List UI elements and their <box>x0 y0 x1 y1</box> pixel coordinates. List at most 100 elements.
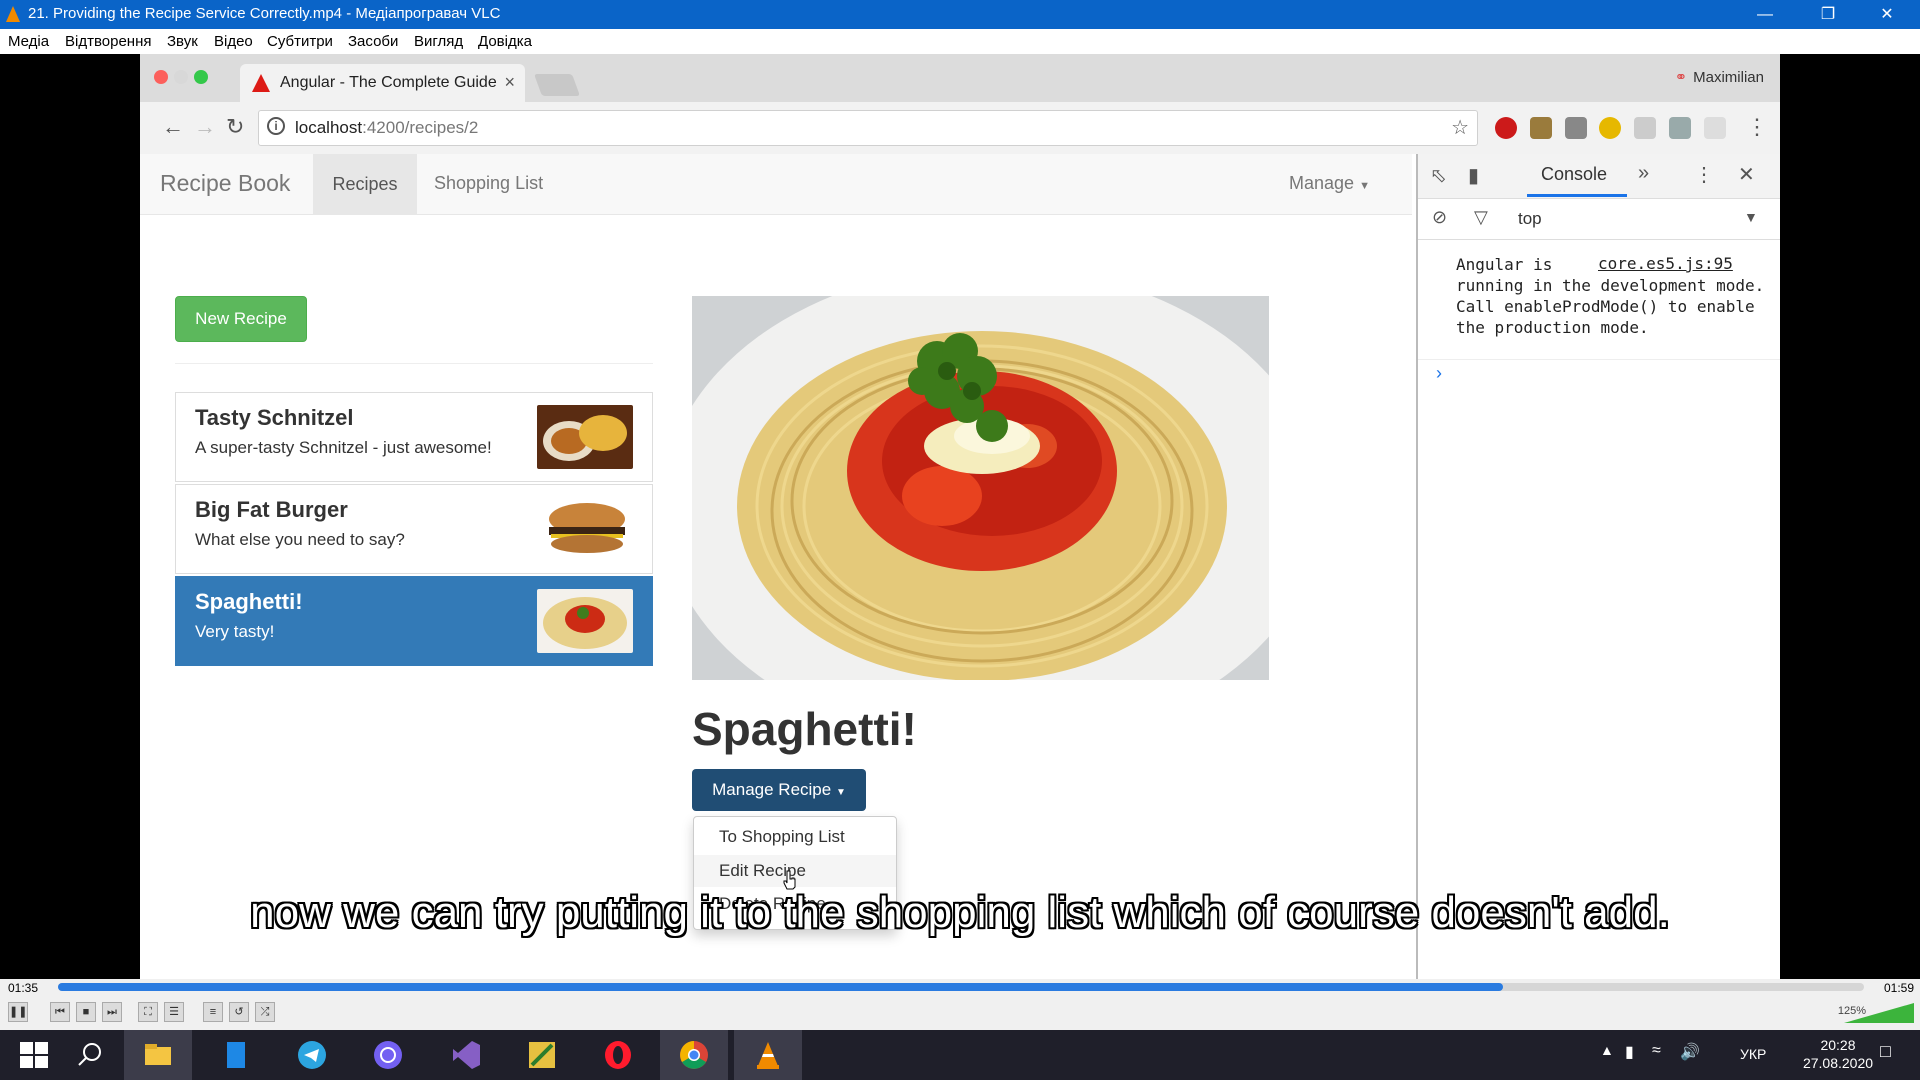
volume-icon[interactable]: 🔊 <box>1680 1042 1700 1062</box>
taskbar-chrome[interactable] <box>660 1030 728 1080</box>
stop-icon[interactable]: ■ <box>76 1002 96 1022</box>
window-min-dot[interactable] <box>174 70 188 84</box>
battery-icon[interactable]: ▮ <box>1625 1042 1634 1062</box>
browser-menu-icon[interactable]: ⋮ <box>1746 114 1768 140</box>
devtools-close-icon[interactable]: ✕ <box>1738 162 1755 187</box>
nav-shopping-list[interactable]: Shopping List <box>434 173 543 194</box>
previous-icon[interactable]: ⏮ <box>50 1002 70 1022</box>
notifications-icon[interactable]: □ <box>1880 1041 1891 1062</box>
wifi-icon[interactable]: ≈ <box>1652 1042 1661 1060</box>
console-divider <box>1418 359 1780 360</box>
minimize-button[interactable]: — <box>1742 0 1788 29</box>
more-tabs-icon[interactable]: » <box>1638 162 1649 185</box>
tab-title: Angular - The Complete Guide <box>280 74 497 91</box>
profile-chip[interactable]: ⚭ Maximilian <box>1675 68 1764 86</box>
recipe-item-schnitzel[interactable]: Tasty Schnitzel A super-tasty Schnitzel … <box>175 392 653 482</box>
console-filter-bar: ⊘ ▽ top ▼ <box>1418 199 1780 240</box>
recipe-item-burger[interactable]: Big Fat Burger What else you need to say… <box>175 484 653 574</box>
manage-recipe-button[interactable]: Manage Recipe ▼ <box>692 769 866 811</box>
forward-arrow-icon[interactable]: → <box>194 114 216 140</box>
windows-logo-icon <box>20 1042 48 1068</box>
menu-media[interactable]: Медіа <box>8 33 49 50</box>
playlist-icon[interactable]: ≡ <box>203 1002 223 1022</box>
clock[interactable]: 20:28 27.08.2020 <box>1788 1036 1888 1072</box>
restore-button[interactable]: ❐ <box>1805 0 1851 29</box>
vue-extension-icon[interactable] <box>1669 117 1691 139</box>
nav-manage-dropdown[interactable]: Manage ▼ <box>1289 173 1370 194</box>
shuffle-icon[interactable]: ⤮ <box>255 1002 275 1022</box>
bookmark-star-icon[interactable]: ☆ <box>1451 115 1469 140</box>
cloud-extension-icon[interactable] <box>1704 117 1726 139</box>
tab-close-icon[interactable]: × <box>504 72 515 93</box>
tab-console[interactable]: Console <box>1541 164 1607 185</box>
tab-strip: Angular - The Complete Guide × ⚭ Maximili… <box>140 54 1780 102</box>
fullscreen-icon[interactable]: ⛶ <box>138 1002 158 1022</box>
taskbar-visual-studio[interactable] <box>432 1030 500 1080</box>
extended-settings-icon[interactable]: ☰ <box>164 1002 184 1022</box>
taskbar-vlc[interactable] <box>734 1030 802 1080</box>
language-indicator[interactable]: УКР <box>1740 1046 1766 1062</box>
taskbar-telegram[interactable] <box>278 1030 346 1080</box>
new-recipe-button[interactable]: New Recipe <box>175 296 307 342</box>
menu-subtitles[interactable]: Субтитри <box>267 33 333 50</box>
menu-playback[interactable]: Відтворення <box>65 33 151 50</box>
info-icon[interactable]: i <box>267 117 285 135</box>
nav-manage-label: Manage <box>1289 173 1355 193</box>
menu-video[interactable]: Відео <box>214 33 253 50</box>
menu-help[interactable]: Довідка <box>478 33 532 50</box>
video-subtitle: now we can try putting it to the shoppin… <box>250 888 1670 937</box>
divider <box>175 363 653 364</box>
device-toolbar-icon[interactable]: ▮ <box>1468 163 1479 188</box>
context-selector[interactable]: top <box>1518 209 1542 229</box>
devtools-menu-icon[interactable]: ⋮ <box>1694 162 1714 187</box>
filter-icon[interactable]: ▽ <box>1474 207 1488 228</box>
profile-name: Maximilian <box>1693 69 1764 86</box>
browser-toolbar: ← → ↻ i localhost:4200/recipes/2 ☆ ⋮ <box>140 102 1780 155</box>
devtools-tabbar: ⬁ ▮ Console » ⋮ ✕ <box>1418 154 1780 199</box>
tray-chevron-icon[interactable]: ▲ <box>1600 1042 1614 1058</box>
console-prompt-icon[interactable]: › <box>1436 363 1442 384</box>
recipe-item-spaghetti[interactable]: Spaghetti! Very tasty! <box>175 576 653 666</box>
address-bar[interactable]: i localhost:4200/recipes/2 ☆ <box>258 110 1478 146</box>
url-text: localhost:4200/recipes/2 <box>295 118 478 138</box>
inspect-element-icon[interactable]: ⬁ <box>1430 163 1447 188</box>
nav-recipes[interactable]: Recipes <box>313 154 417 214</box>
next-icon[interactable]: ⏭ <box>102 1002 122 1022</box>
loop-icon[interactable]: ↺ <box>229 1002 249 1022</box>
recipe-thumbnail <box>537 589 633 653</box>
console-source-link[interactable]: core.es5.js:95 <box>1598 254 1733 273</box>
new-tab-button[interactable] <box>533 74 581 96</box>
window-close-dot[interactable] <box>154 70 168 84</box>
taskbar-file-app[interactable] <box>202 1030 270 1080</box>
grid-extension-icon[interactable] <box>1634 117 1656 139</box>
telegram-icon <box>298 1041 326 1069</box>
reload-icon[interactable]: ↻ <box>226 114 244 140</box>
back-arrow-icon[interactable]: ← <box>162 114 184 140</box>
seek-bar[interactable] <box>58 983 1864 991</box>
card-extension-icon[interactable] <box>1565 117 1587 139</box>
browser-tab[interactable]: Angular - The Complete Guide × <box>240 64 525 102</box>
moon-extension-icon[interactable] <box>1599 117 1621 139</box>
taskbar-viber[interactable] <box>354 1030 422 1080</box>
taskbar-opera[interactable] <box>584 1030 652 1080</box>
search-button[interactable] <box>56 1030 124 1080</box>
vlc-cone-icon <box>757 1042 779 1069</box>
taskbar-tools-app[interactable] <box>508 1030 576 1080</box>
eyedropper-extension-icon[interactable] <box>1530 117 1552 139</box>
menu-tools[interactable]: Засоби <box>348 33 398 50</box>
clear-console-icon[interactable]: ⊘ <box>1432 207 1447 228</box>
menu-audio[interactable]: Звук <box>167 33 198 50</box>
opera-extension-icon[interactable] <box>1495 117 1517 139</box>
window-max-dot[interactable] <box>194 70 208 84</box>
taskbar-file-explorer[interactable] <box>124 1030 192 1080</box>
volume-slider[interactable] <box>1844 1003 1914 1023</box>
context-dropdown-icon[interactable]: ▼ <box>1744 209 1758 225</box>
menu-view[interactable]: Вигляд <box>414 33 463 50</box>
pause-icon[interactable]: ❚❚ <box>8 1002 28 1022</box>
vlc-menu-bar: Медіа Відтворення Звук Відео Субтитри За… <box>0 29 1920 54</box>
visual-studio-icon <box>453 1041 480 1069</box>
brand-link[interactable]: Recipe Book <box>160 170 290 197</box>
manage-recipe-label: Manage Recipe <box>712 780 832 799</box>
close-button[interactable]: ✕ <box>1864 0 1910 29</box>
menu-to-shopping-list[interactable]: To Shopping List <box>694 821 896 853</box>
